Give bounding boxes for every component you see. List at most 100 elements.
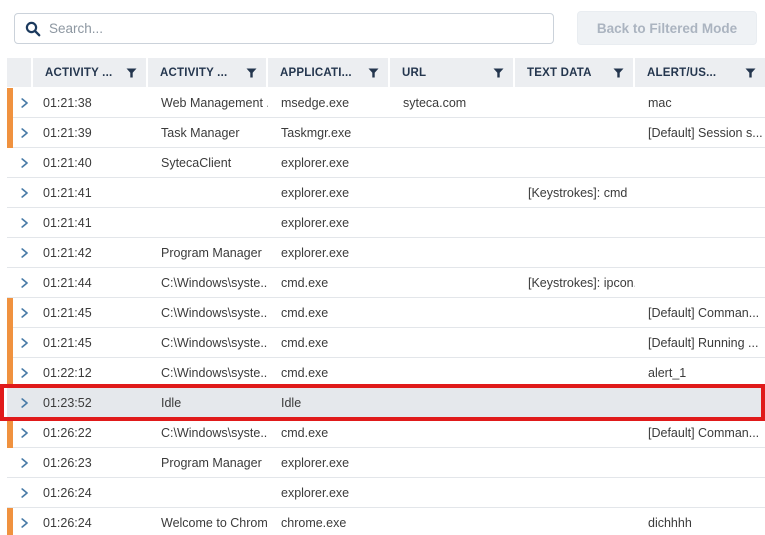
column-header-url[interactable]: URL bbox=[390, 58, 515, 87]
cell-url bbox=[390, 238, 515, 267]
table-row[interactable]: 01:21:45 C:\Windows\syste... cmd.exe [De… bbox=[7, 298, 765, 328]
table-row[interactable]: 01:26:23 Program Manager explorer.exe bbox=[7, 448, 765, 478]
cell-text-data bbox=[515, 148, 635, 177]
cell-activity-time: 01:26:22 bbox=[33, 418, 148, 447]
cell-application: explorer.exe bbox=[268, 238, 390, 267]
cell-activity-time: 01:21:45 bbox=[33, 328, 148, 357]
filter-icon[interactable] bbox=[246, 68, 257, 78]
cell-activity-name: SytecaClient bbox=[148, 148, 268, 177]
cell-alert-user bbox=[635, 478, 765, 507]
table-row[interactable]: 01:21:45 C:\Windows\syste... cmd.exe [De… bbox=[7, 328, 765, 358]
cell-text-data bbox=[515, 328, 635, 357]
cell-alert-user: [Default] Comman... bbox=[635, 418, 765, 447]
cell-text-data bbox=[515, 388, 635, 417]
cell-application: cmd.exe bbox=[268, 418, 390, 447]
table-row[interactable]: 01:22:12 C:\Windows\syste... cmd.exe ale… bbox=[7, 358, 765, 388]
cell-alert-user: [Default] Comman... bbox=[635, 298, 765, 327]
cell-activity-time: 01:21:38 bbox=[33, 88, 148, 117]
cell-alert-user: [Default] Session s... bbox=[635, 118, 765, 147]
column-label: ALERT/US... bbox=[647, 67, 716, 79]
cell-application: chrome.exe bbox=[268, 508, 390, 535]
expand-chevron-icon[interactable] bbox=[21, 158, 29, 168]
expand-chevron-icon[interactable] bbox=[21, 188, 29, 198]
filter-icon[interactable] bbox=[613, 68, 624, 78]
expander-cell[interactable] bbox=[7, 388, 33, 417]
table-row[interactable]: 01:21:41 explorer.exe bbox=[7, 208, 765, 238]
column-header-text-data[interactable]: TEXT DATA bbox=[515, 58, 635, 87]
table-row[interactable]: 01:26:24 Welcome to Chrome! chrome.exe d… bbox=[7, 508, 765, 535]
cell-url bbox=[390, 298, 515, 327]
alert-flag-indicator bbox=[7, 88, 13, 118]
expand-chevron-icon[interactable] bbox=[21, 428, 29, 438]
cell-alert-user bbox=[635, 178, 765, 207]
expander-cell[interactable] bbox=[7, 238, 33, 267]
cell-activity-name: C:\Windows\syste... bbox=[148, 418, 268, 447]
expand-chevron-icon[interactable] bbox=[21, 98, 29, 108]
cell-activity-name bbox=[148, 178, 268, 207]
table-row[interactable]: 01:21:44 C:\Windows\syste... cmd.exe [Ke… bbox=[7, 268, 765, 298]
activity-table: ACTIVITY ... ACTIVITY ... APPLICATI... U… bbox=[7, 58, 765, 535]
search-box[interactable] bbox=[14, 13, 554, 44]
cell-text-data bbox=[515, 508, 635, 535]
back-to-filtered-mode-button[interactable]: Back to Filtered Mode bbox=[577, 11, 757, 45]
expand-chevron-icon[interactable] bbox=[21, 398, 29, 408]
filter-icon[interactable] bbox=[126, 68, 137, 78]
cell-alert-user bbox=[635, 148, 765, 177]
expand-chevron-icon[interactable] bbox=[21, 278, 29, 288]
table-row[interactable]: 01:21:42 Program Manager explorer.exe bbox=[7, 238, 765, 268]
expander-cell[interactable] bbox=[7, 148, 33, 177]
table-row[interactable]: 01:26:22 C:\Windows\syste... cmd.exe [De… bbox=[7, 418, 765, 448]
cell-alert-user bbox=[635, 448, 765, 477]
expand-chevron-icon[interactable] bbox=[21, 338, 29, 348]
filter-icon[interactable] bbox=[745, 68, 756, 78]
column-header-application[interactable]: APPLICATI... bbox=[268, 58, 390, 87]
expand-chevron-icon[interactable] bbox=[21, 458, 29, 468]
cell-url bbox=[390, 268, 515, 297]
expander-cell[interactable] bbox=[7, 448, 33, 477]
expand-chevron-icon[interactable] bbox=[21, 308, 29, 318]
cell-alert-user: [Default] Running ... bbox=[635, 328, 765, 357]
cell-application: Taskmgr.exe bbox=[268, 118, 390, 147]
cell-text-data bbox=[515, 88, 635, 117]
cell-application: explorer.exe bbox=[268, 208, 390, 237]
expand-chevron-icon[interactable] bbox=[21, 128, 29, 138]
cell-activity-name: Program Manager bbox=[148, 448, 268, 477]
table-row[interactable]: 01:21:39 Task Manager Taskmgr.exe [Defau… bbox=[7, 118, 765, 148]
expander-cell[interactable] bbox=[7, 178, 33, 207]
cell-activity-time: 01:26:24 bbox=[33, 478, 148, 507]
column-header-alert-user[interactable]: ALERT/US... bbox=[635, 58, 765, 87]
cell-activity-name bbox=[148, 208, 268, 237]
cell-activity-time: 01:21:41 bbox=[33, 208, 148, 237]
alert-flag-indicator bbox=[7, 418, 13, 448]
cell-activity-time: 01:26:24 bbox=[33, 508, 148, 535]
table-row[interactable]: 01:23:52 Idle Idle bbox=[7, 388, 765, 418]
table-row[interactable]: 01:21:38 Web Management ... msedge.exe s… bbox=[7, 88, 765, 118]
cell-text-data bbox=[515, 208, 635, 237]
expand-chevron-icon[interactable] bbox=[21, 488, 29, 498]
search-input[interactable] bbox=[41, 21, 553, 36]
column-label: URL bbox=[402, 67, 426, 79]
filter-icon[interactable] bbox=[368, 68, 379, 78]
cell-text-data bbox=[515, 298, 635, 327]
table-row[interactable]: 01:26:24 explorer.exe bbox=[7, 478, 765, 508]
cell-url bbox=[390, 358, 515, 387]
cell-application: explorer.exe bbox=[268, 178, 390, 207]
column-header-activity-time[interactable]: ACTIVITY ... bbox=[33, 58, 148, 87]
expand-chevron-icon[interactable] bbox=[21, 218, 29, 228]
cell-url bbox=[390, 118, 515, 147]
expand-chevron-icon[interactable] bbox=[21, 248, 29, 258]
cell-url bbox=[390, 388, 515, 417]
cell-application: cmd.exe bbox=[268, 358, 390, 387]
expand-chevron-icon[interactable] bbox=[21, 368, 29, 378]
cell-text-data bbox=[515, 448, 635, 477]
expander-cell[interactable] bbox=[7, 478, 33, 507]
filter-icon[interactable] bbox=[493, 68, 504, 78]
cell-application: explorer.exe bbox=[268, 148, 390, 177]
expander-cell[interactable] bbox=[7, 268, 33, 297]
table-row[interactable]: 01:21:40 SytecaClient explorer.exe bbox=[7, 148, 765, 178]
table-row[interactable]: 01:21:41 explorer.exe [Keystrokes]: cmd bbox=[7, 178, 765, 208]
cell-text-data bbox=[515, 478, 635, 507]
column-header-activity-name[interactable]: ACTIVITY ... bbox=[148, 58, 268, 87]
expand-chevron-icon[interactable] bbox=[21, 518, 29, 528]
expander-cell[interactable] bbox=[7, 208, 33, 237]
